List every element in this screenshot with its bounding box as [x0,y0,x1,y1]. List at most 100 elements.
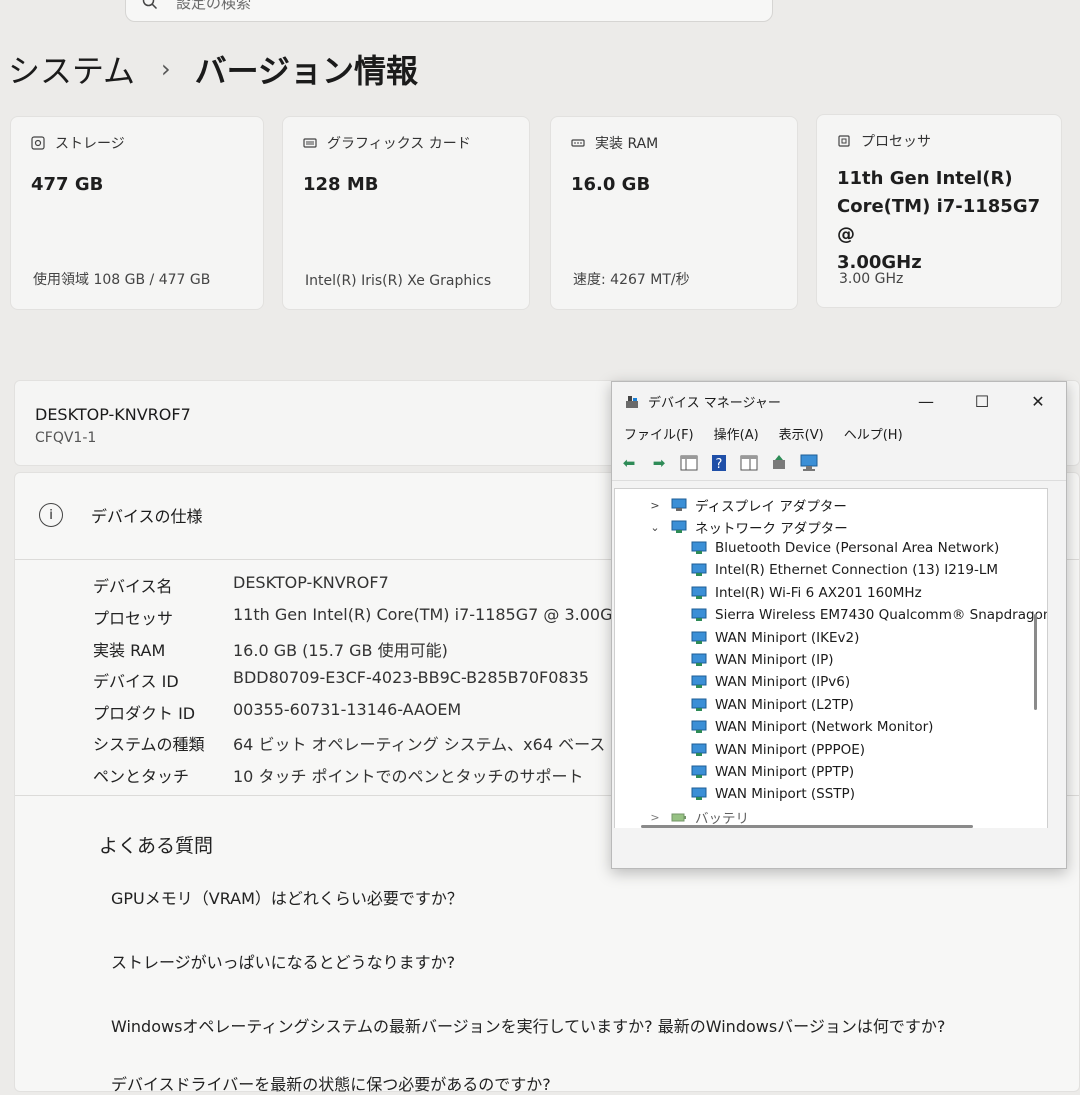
tree-node-label: Intel(R) Ethernet Connection (13) I219-L… [715,562,999,578]
tree-node-battery[interactable]: > バッテリ [649,807,749,828]
chevron-right-icon: › [161,55,171,83]
tree-node-device[interactable]: Intel(R) Wi-Fi 6 AX201 160MHz [691,585,922,601]
toolbar: ⬅ ➡ ? [612,446,1066,481]
spec-value: 10 タッチ ポイントでのペンとタッチのサポート [233,767,584,786]
close-button[interactable]: ✕ [1010,392,1066,411]
network-adapter-icon [691,608,707,621]
tree-node-label: Sierra Wireless EM7430 Qualcomm® Snapdra… [715,607,1048,623]
storage-icon [31,136,45,150]
chevron-down-icon[interactable]: ⌄ [649,521,661,534]
info-icon: i [39,503,63,527]
spec-value: DESKTOP-KNVROF7 [233,573,389,592]
faq-link[interactable]: デバイスドライバーを最新の状態に保つ必要があるのですか? [111,1071,551,1095]
vertical-scrollbar[interactable] [1034,614,1037,710]
processor-card[interactable]: プロセッサ 11th Gen Intel(R) Core(TM) i7-1185… [816,114,1062,308]
tree-node-label: WAN Miniport (SSTP) [715,786,855,802]
device-specs-title: デバイスの仕様 [91,507,203,526]
tree-node-label: WAN Miniport (IKEv2) [715,630,860,646]
faq-link[interactable]: ストレージがいっぱいになるとどうなりますか? [111,949,455,973]
breadcrumb-parent[interactable]: システム [8,46,135,92]
spec-row: 実装 RAM 16.0 GB (15.7 GB 使用可能) [93,637,448,661]
menu-help[interactable]: ヘルプ(H) [844,424,903,443]
spec-row: デバイス ID BDD80709-E3CF-4023-BB9C-B285B70F… [93,668,589,692]
graphics-name: Intel(R) Iris(R) Xe Graphics [305,273,492,289]
processor-value-line1: 11th Gen Intel(R) [837,168,1013,189]
ram-value: 16.0 GB [571,174,651,195]
window-title: デバイス マネージャー [648,395,781,411]
graphics-label: グラフィックス カード [327,136,471,152]
spec-value: 00355-60731-13146-AAOEM [233,700,462,719]
tree-node-label: WAN Miniport (Network Monitor) [715,719,934,735]
tree-node-device[interactable]: WAN Miniport (Network Monitor) [691,719,933,735]
spec-key: デバイス名 [93,577,173,596]
tree-node-network-adapters[interactable]: ⌄ ネットワーク アダプター [649,517,848,537]
properties-icon[interactable] [678,452,700,474]
maximize-button[interactable]: ☐ [954,392,1010,411]
chevron-right-icon[interactable]: > [649,499,661,512]
tree-node-device[interactable]: Intel(R) Ethernet Connection (13) I219-L… [691,562,998,578]
tree-node-display-adapters[interactable]: > ディスプレイ アダプター [649,495,847,515]
network-adapter-icon [671,520,687,533]
tree-node-device[interactable]: WAN Miniport (PPPOE) [691,742,865,758]
help-icon[interactable]: ? [708,452,730,474]
tree-node-device[interactable]: Sierra Wireless EM7430 Qualcomm® Snapdra… [691,607,1048,623]
chevron-right-icon[interactable]: > [649,811,661,824]
spec-key: システムの種類 [93,735,205,754]
tree-node-device[interactable]: Bluetooth Device (Personal Area Network) [691,540,999,556]
network-adapter-icon [691,675,707,688]
faq-title: よくある質問 [99,835,214,857]
spec-value: 11th Gen Intel(R) Core(TM) i7-1185G7 @ 3… [233,605,633,624]
tree-node-device[interactable]: WAN Miniport (L2TP) [691,697,854,713]
scan-hardware-icon[interactable] [798,452,820,474]
network-adapter-icon [691,631,707,644]
network-adapter-icon [691,653,707,666]
menu-view[interactable]: 表示(V) [779,424,824,443]
graphics-card[interactable]: グラフィックス カード 128 MB Intel(R) Iris(R) Xe G… [282,116,530,310]
tree-node-label: バッテリ [695,811,749,827]
battery-icon [671,813,686,822]
spec-value: BDD80709-E3CF-4023-BB9C-B285B70F0835 [233,668,589,687]
back-icon[interactable]: ⬅ [618,452,640,474]
device-manager-icon [626,396,638,408]
update-driver-icon[interactable] [768,452,790,474]
spec-key: ペンとタッチ [93,767,190,786]
spec-row: ペンとタッチ 10 タッチ ポイントでのペンとタッチのサポート [93,763,584,787]
processor-value-line2: Core(TM) i7-1185G7 @ [837,196,1041,245]
graphics-value: 128 MB [303,174,379,195]
search-icon [142,0,158,10]
spec-row: プロダクト ID 00355-60731-13146-AAOEM [93,700,461,724]
tree-node-device[interactable]: WAN Miniport (IPv6) [691,674,850,690]
forward-icon[interactable]: ➡ [648,452,670,474]
storage-value: 477 GB [31,174,104,195]
tree-node-label: Intel(R) Wi-Fi 6 AX201 160MHz [715,585,922,601]
network-adapter-icon [691,720,707,733]
tree-node-label: ディスプレイ アダプター [695,499,847,515]
menu-bar: ファイル(F) 操作(A) 表示(V) ヘルプ(H) [612,420,1066,446]
storage-card[interactable]: ストレージ 477 GB 使用領域 108 GB / 477 GB [10,116,264,310]
tree-node-device[interactable]: WAN Miniport (IP) [691,652,834,668]
ram-speed: 速度: 4267 MT/秒 [573,272,690,288]
spec-row: システムの種類 64 ビット オペレーティング システム、x64 ベース プロセ… [93,731,690,755]
settings-search-box[interactable]: 設定の検索 [125,0,773,22]
menu-action[interactable]: 操作(A) [714,424,759,443]
title-bar[interactable]: デバイス マネージャー — ☐ ✕ [612,382,1066,420]
ram-card[interactable]: 実装 RAM 16.0 GB 速度: 4267 MT/秒 [550,116,798,310]
device-manager-window[interactable]: デバイス マネージャー — ☐ ✕ ファイル(F) 操作(A) 表示(V) ヘル… [611,381,1067,869]
device-tree[interactable]: > ディスプレイ アダプター ⌄ ネットワーク アダプター Bluetooth … [614,488,1048,830]
page-title: バージョン情報 [194,52,419,90]
network-adapter-icon [691,563,707,576]
tree-node-device[interactable]: WAN Miniport (IKEv2) [691,630,859,646]
processor-icon [838,135,850,147]
storage-usage: 使用領域 108 GB / 477 GB [33,272,211,288]
faq-link[interactable]: Windowsオペレーティングシステムの最新バージョンを実行していますか? 最新… [111,1013,945,1037]
tree-node-device[interactable]: WAN Miniport (PPTP) [691,764,854,780]
tree-node-label: WAN Miniport (PPPOE) [715,742,866,758]
view-icon[interactable] [738,452,760,474]
device-specs-header[interactable]: i デバイスの仕様 [39,503,203,527]
menu-file[interactable]: ファイル(F) [624,424,694,443]
faq-link[interactable]: GPUメモリ（VRAM）はどれくらい必要ですか？ [111,885,463,909]
network-adapter-icon [691,765,707,778]
ram-icon [571,139,585,147]
minimize-button[interactable]: — [898,392,954,411]
tree-node-device[interactable]: WAN Miniport (SSTP) [691,786,855,802]
